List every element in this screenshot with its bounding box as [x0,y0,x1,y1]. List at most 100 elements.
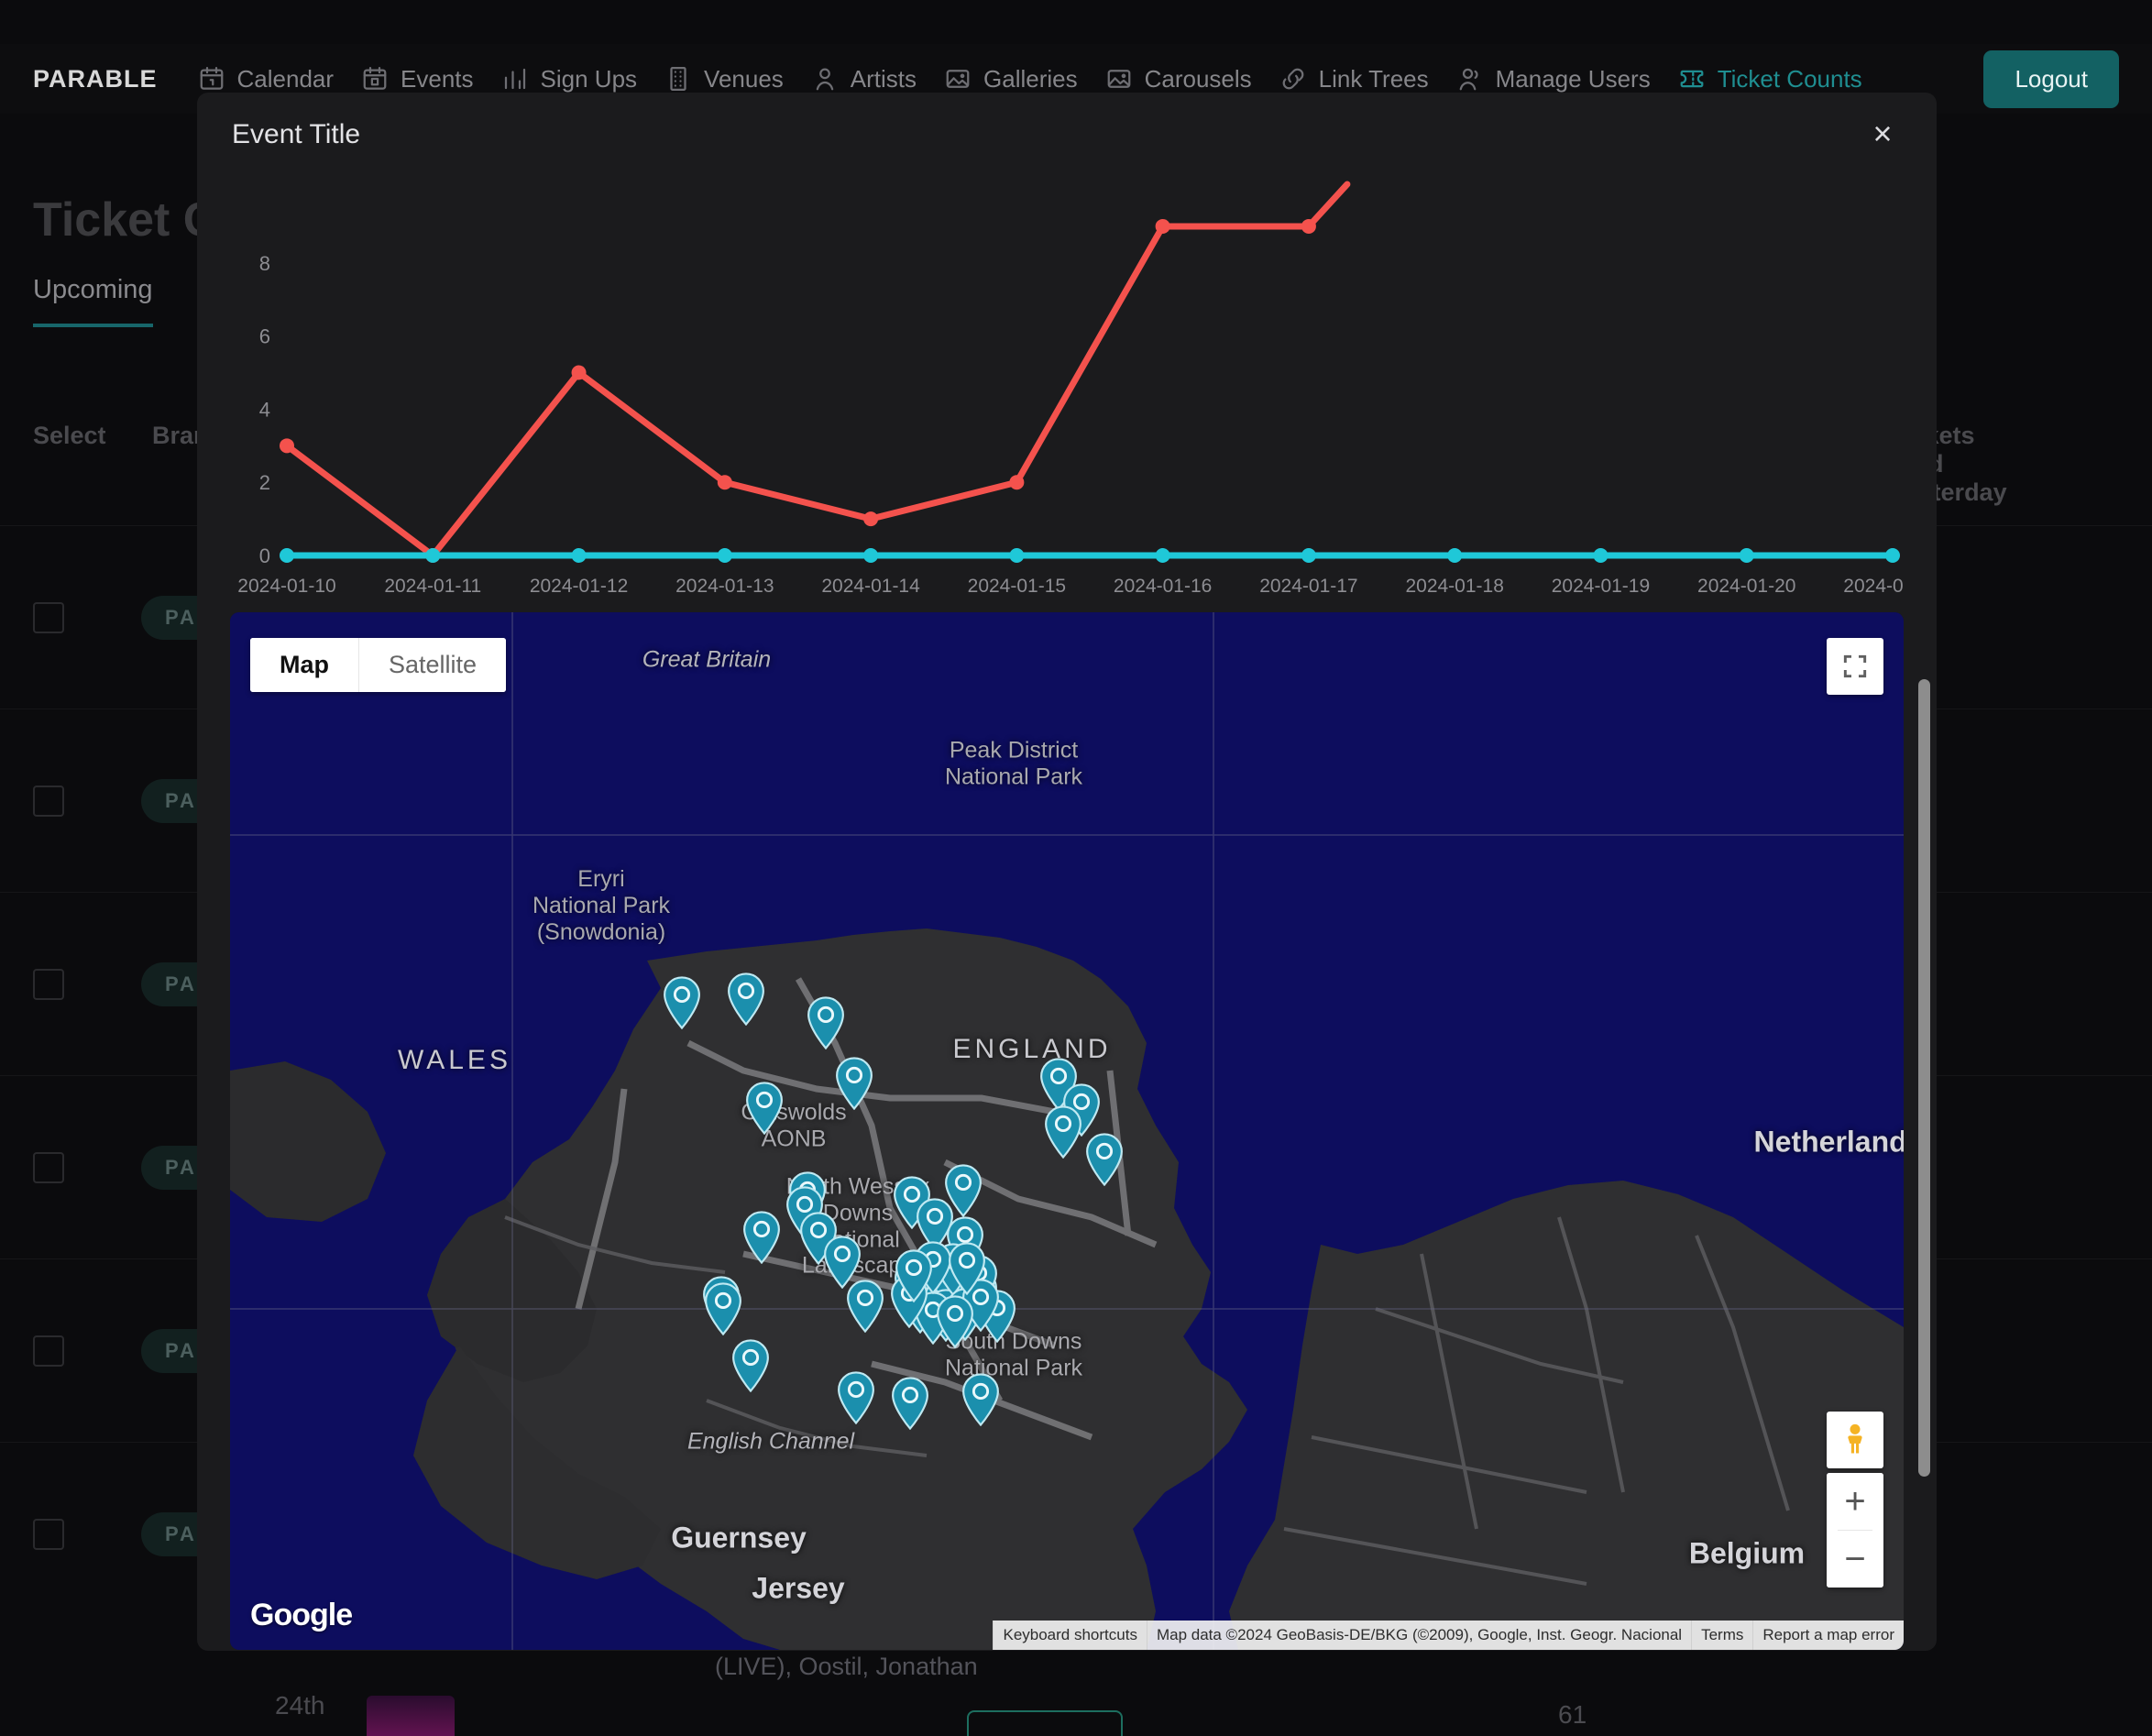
venue-map[interactable]: Great Britain Peak District National Park… [230,612,1904,1650]
row-count-value: 61 [1558,1700,1587,1729]
row-artists-text: (LIVE), Oostil, Jonathan [715,1653,978,1680]
modal-scrollbar[interactable] [1918,679,1930,1477]
logout-button[interactable]: Logout [1983,49,2119,108]
chart-data-point[interactable] [425,548,441,563]
nav-item-label: Manage Users [1495,64,1651,93]
chart-x-tick: 2024-01-21 [1843,576,1904,597]
nav-item-venues[interactable]: Venues [664,65,784,93]
row-select-checkbox[interactable] [33,1335,64,1367]
chart-x-tick: 2024-01-16 [1114,576,1212,597]
row-select-checkbox[interactable] [33,785,64,817]
chart-data-point[interactable] [1739,548,1754,563]
map-data-credit: Map data ©2024 GeoBasis-DE/BKG (©2009), … [1146,1621,1692,1650]
map-type-satellite-button[interactable]: Satellite [358,638,507,692]
chart-data-point[interactable] [571,365,587,380]
row-select-checkbox[interactable] [33,968,64,1000]
chart-data-point[interactable] [717,475,732,490]
chart-data-point[interactable] [717,548,732,563]
map-type-control[interactable]: Map Satellite [250,638,507,692]
row-select-checkbox[interactable] [33,601,64,633]
map-zoom-control[interactable]: + − [1827,1473,1883,1588]
ticket-icon [1678,65,1706,93]
map-marker-pin[interactable] [703,1282,743,1335]
row-day-label: 24th [275,1691,325,1720]
chart-data-point[interactable] [1009,475,1025,490]
row-select-checkbox[interactable] [33,1518,64,1550]
nav-item-manage-users[interactable]: Manage Users [1456,65,1651,93]
nav-item-carousels[interactable]: Carousels [1105,65,1252,93]
fullscreen-glyph [1843,654,1867,678]
chart-data-point[interactable] [280,438,294,454]
map-marker-pin[interactable] [730,1339,771,1392]
map-marker-pin[interactable] [961,1373,1001,1426]
map-type-map-button[interactable]: Map [250,638,358,692]
nav-item-label: Sign Ups [540,64,638,93]
tab-upcoming[interactable]: Upcoming [33,275,153,327]
chart-x-tick: 2024-01-15 [968,576,1066,597]
event-detail-modal: Event Title × 0 2 4 6 8 2024-01-10 2024-01-11 2… [197,93,1937,1651]
chart-x-tick: 2024-01-13 [675,576,774,597]
nav-item-link-trees[interactable]: Link Trees [1279,65,1429,93]
google-logo: Google [250,1598,353,1632]
chart-data-point[interactable] [1593,548,1609,563]
chart-data-point[interactable] [1301,218,1316,234]
chart-data-point[interactable] [1447,548,1463,563]
report-map-error-link[interactable]: Report a map error [1752,1621,1904,1650]
map-marker-pin[interactable] [741,1211,782,1264]
modal-title: Event Title [232,119,361,149]
brand-logo[interactable]: PARABLE [33,65,158,93]
chart-data-point[interactable] [1301,548,1316,563]
users-icon [1456,65,1484,93]
zoom-in-button[interactable]: + [1827,1473,1883,1530]
chart-svg: 0 2 4 6 8 2024-01-10 2024-01-11 2024-01-12 2024-… [237,181,1904,597]
map-attribution: Keyboard shortcuts Map data ©2024 GeoBas… [993,1621,1904,1650]
map-marker-pin[interactable] [806,996,846,1049]
chart-y-tick: 0 [259,544,270,567]
row-select-checkbox[interactable] [33,1151,64,1183]
map-marker-pin[interactable] [834,1057,874,1110]
map-marker-pin-cluster[interactable] [947,1242,987,1296]
chart-x-tick: 2024-01-14 [821,576,920,597]
chart-data-point[interactable] [571,548,587,563]
map-marker-pin[interactable] [1043,1105,1083,1159]
keyboard-shortcuts-link[interactable]: Keyboard shortcuts [993,1621,1147,1650]
bar-chart-icon [501,65,529,93]
chart-y-tick: 6 [259,325,270,348]
nav-item-label: Venues [704,64,784,93]
map-marker-pin[interactable] [726,972,766,1026]
map-marker-pin[interactable] [845,1280,885,1333]
terms-link[interactable]: Terms [1691,1621,1753,1650]
nav-item-artists[interactable]: Artists [811,65,917,93]
street-view-pegman-icon[interactable] [1827,1412,1883,1468]
map-marker-pin[interactable] [1084,1133,1125,1186]
ticket-sales-line-chart: 0 2 4 6 8 2024-01-10 2024-01-11 2024-01-12 2024-… [230,177,1904,603]
row-action-button[interactable] [967,1710,1123,1736]
nav-item-label: Carousels [1144,64,1252,93]
nav-item-sign-ups[interactable]: Sign Ups [501,64,638,93]
chart-data-point[interactable] [1155,548,1170,563]
close-icon[interactable]: × [1861,113,1904,155]
chart-series-line [283,181,1351,559]
chart-y-tick: 4 [259,398,270,421]
zoom-out-button[interactable]: − [1827,1531,1883,1588]
nav-item-events[interactable]: Events [361,65,474,93]
chart-data-point[interactable] [863,511,879,527]
nav-item-calendar[interactable]: Calendar [198,65,334,93]
chart-x-tick: 2024-01-19 [1552,576,1650,597]
chart-data-point[interactable] [1885,548,1900,563]
map-marker-pin[interactable] [744,1082,785,1135]
map-marker-pin-cluster[interactable] [894,1249,934,1303]
tab-bar: Upcoming [33,275,153,327]
nav-item-ticket-counts[interactable]: Ticket Counts [1678,65,1862,93]
chart-data-point[interactable] [863,548,879,563]
chart-data-point[interactable] [1155,218,1170,234]
map-marker-pin[interactable] [890,1377,930,1430]
chart-data-point[interactable] [280,548,294,563]
map-marker-pin-cluster[interactable] [935,1295,975,1348]
map-marker-pin[interactable] [836,1371,876,1424]
chart-data-point[interactable] [1009,548,1025,563]
nav-item-label: Link Trees [1318,64,1429,93]
fullscreen-icon[interactable] [1827,638,1883,695]
nav-item-galleries[interactable]: Galleries [944,65,1078,93]
map-marker-pin[interactable] [662,976,702,1029]
